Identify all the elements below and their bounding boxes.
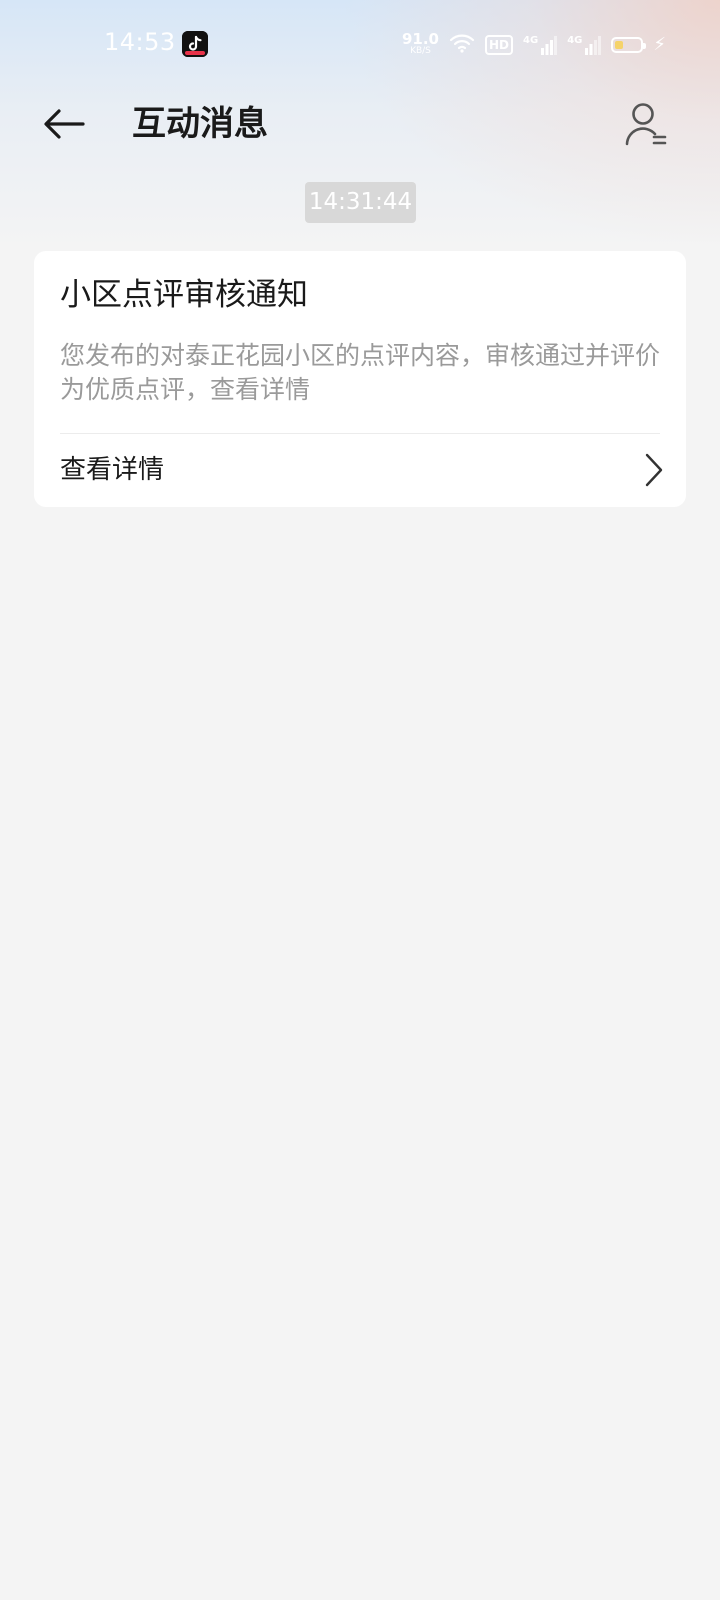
message-title: 小区点评审核通知 — [60, 277, 308, 313]
wifi-icon — [449, 33, 475, 57]
signal-4g-icon: 4G — [523, 35, 558, 55]
back-button[interactable] — [40, 102, 88, 146]
message-body: 您发布的对泰正花园小区的点评内容，审核通过并评价为优质点评，查看详情 — [60, 341, 661, 404]
battery-level-fill — [615, 41, 623, 49]
view-details-link[interactable]: 查看详情 — [34, 434, 686, 507]
view-details-label: 查看详情 — [60, 455, 165, 485]
navigation-bar: 互动消息 — [0, 92, 720, 156]
status-indicators: 91.0 KB/S HD 4G 4G ⚡ — [402, 30, 666, 60]
arrow-left-icon — [44, 109, 85, 139]
charging-bolt-icon: ⚡ — [653, 34, 666, 55]
signal-4g-icon: 4G — [567, 35, 602, 55]
network-speed: 91.0 KB/S — [401, 30, 439, 57]
tiktok-icon — [182, 31, 208, 57]
status-bar: 14:53 91.0 KB/S HD 4G 4G ⚡ — [0, 0, 720, 88]
battery-icon — [611, 37, 647, 53]
page-title: 互动消息 — [132, 104, 268, 144]
hd-icon: HD — [485, 35, 514, 55]
status-time: 14:53 — [104, 28, 176, 56]
user-list-icon — [625, 103, 667, 146]
profile-button[interactable] — [622, 98, 670, 150]
chevron-right-icon — [645, 453, 663, 487]
message-card: 小区点评审核通知 您发布的对泰正花园小区的点评内容，审核通过并评价为优质点评，查… — [34, 251, 686, 507]
message-timestamp: 14:31:44 — [305, 182, 416, 223]
